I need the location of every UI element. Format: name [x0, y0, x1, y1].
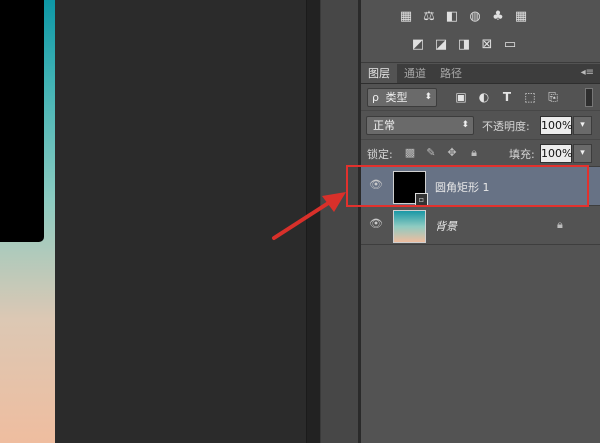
panel-menu-icon[interactable]: ◂≡: [581, 67, 594, 78]
levels-icon[interactable]: ▦: [398, 10, 414, 24]
annotation-arrow: [272, 192, 346, 240]
curves-icon[interactable]: ⚖: [421, 10, 437, 24]
document-gradient-background: [0, 0, 55, 443]
gradient-map-icon[interactable]: ▭: [502, 38, 518, 52]
chevron-updown-icon: ⬍: [424, 92, 432, 102]
color-lookup-icon[interactable]: ▦: [513, 10, 529, 24]
tab-paths[interactable]: 路径: [433, 64, 469, 83]
fill-input[interactable]: 100%: [540, 144, 572, 163]
threshold-icon[interactable]: ◨: [456, 38, 472, 52]
chevron-updown-icon: ⬍: [461, 120, 469, 130]
tab-layers[interactable]: 图层: [361, 64, 397, 83]
lock-image-pixels-icon[interactable]: ✎: [424, 146, 438, 160]
adjustment-filter-icon[interactable]: ◐: [477, 90, 491, 104]
search-icon: ρ: [372, 91, 379, 104]
arrow-shaft: [272, 200, 332, 240]
lock-position-icon[interactable]: ✥: [445, 146, 459, 160]
filter-type-select[interactable]: ρ 类型 ⬍: [367, 88, 437, 107]
filter-toggle-switch[interactable]: [585, 88, 593, 107]
layer-name[interactable]: 背景: [435, 218, 457, 234]
opacity-input[interactable]: 100%: [540, 116, 572, 135]
rounded-rectangle-shape: [0, 0, 44, 242]
lock-fill-row: 锁定: ▩ ✎ ✥ 🔒︎ 填充: 100% ▾: [361, 140, 600, 167]
selective-color-icon[interactable]: ⊠: [479, 38, 495, 52]
document-canvas[interactable]: [0, 0, 306, 443]
blend-opacity-row: 正常 ⬍ 不透明度: 100% ▾: [361, 111, 600, 140]
filter-type-label: 类型: [385, 91, 408, 104]
tab-channels[interactable]: 通道: [397, 64, 433, 83]
annotation-highlight-box: [346, 165, 589, 207]
lock-all-icon[interactable]: 🔒︎: [467, 146, 481, 160]
layers-panel: ▦ ⚖ ◧ ◍ ♣ ▦ ◩ ◪ ◨ ⊠ ▭ 图层 通道 路径 ◂≡ ρ 类型 ⬍…: [361, 0, 600, 443]
layer-row-background[interactable]: 👁︎ 背景 🔒︎: [361, 206, 600, 245]
lock-icon: 🔒︎: [557, 218, 563, 231]
hue-saturation-icon[interactable]: ♣: [490, 10, 506, 24]
layers-list: 👁︎ ▫ 圆角矩形 1 👁︎ 背景 🔒︎: [361, 167, 600, 443]
fill-dropdown-button[interactable]: ▾: [573, 144, 592, 163]
adjustments-panel: ▦ ⚖ ◧ ◍ ♣ ▦ ◩ ◪ ◨ ⊠ ▭: [361, 0, 600, 63]
type-filter-icon[interactable]: T: [500, 90, 514, 104]
blend-mode-value: 正常: [373, 119, 395, 132]
smart-object-filter-icon[interactable]: ⎘: [546, 90, 560, 104]
layer-filter-row: ρ 类型 ⬍ ▣ ◐ T ⬚ ⎘: [361, 84, 600, 111]
fill-label: 填充:: [509, 148, 535, 161]
opacity-dropdown-button[interactable]: ▾: [573, 116, 592, 135]
layer-thumbnail: [393, 210, 426, 243]
invert-icon[interactable]: ◩: [410, 38, 426, 52]
shape-filter-icon[interactable]: ⬚: [523, 90, 537, 104]
lock-label: 锁定:: [367, 148, 393, 161]
panel-tab-bar: 图层 通道 路径 ◂≡: [361, 64, 600, 84]
posterize-icon[interactable]: ◪: [433, 38, 449, 52]
visibility-eye-icon[interactable]: 👁︎: [369, 218, 383, 230]
arrow-head: [322, 192, 346, 212]
lock-transparent-pixels-icon[interactable]: ▩: [403, 146, 417, 160]
opacity-label: 不透明度:: [482, 120, 530, 133]
blend-mode-select[interactable]: 正常 ⬍: [366, 116, 474, 135]
image-filter-icon[interactable]: ▣: [454, 90, 468, 104]
vibrance-icon[interactable]: ◍: [467, 10, 483, 24]
exposure-icon[interactable]: ◧: [444, 10, 460, 24]
